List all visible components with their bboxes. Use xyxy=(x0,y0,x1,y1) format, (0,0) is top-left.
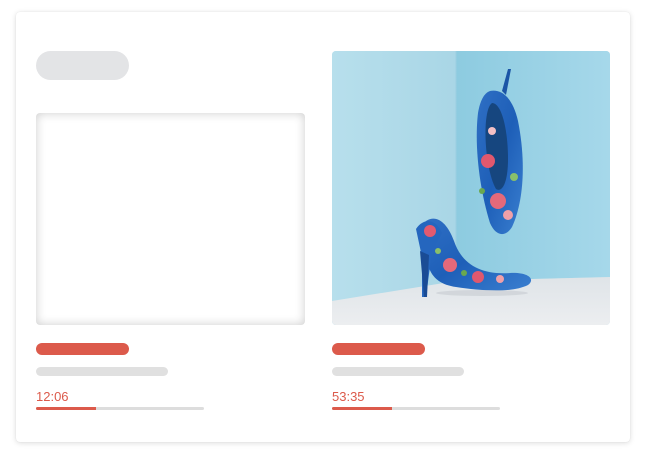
video-subtitle-placeholder xyxy=(36,367,168,376)
video-card: 12:06 53:35 xyxy=(16,12,630,442)
video-subtitle-placeholder xyxy=(332,367,464,376)
video-title-placeholder xyxy=(332,343,425,355)
video-thumbnail-empty[interactable] xyxy=(36,113,305,325)
video-time-label: 53:35 xyxy=(332,389,365,404)
video-title-placeholder xyxy=(36,343,129,355)
shoes-photo-image xyxy=(332,51,610,325)
video-progress-fill xyxy=(332,407,393,410)
video-time-label: 12:06 xyxy=(36,389,69,404)
video-progress-bar[interactable] xyxy=(36,407,204,410)
video-progress-fill xyxy=(36,407,97,410)
video-thumbnail-shoes[interactable] xyxy=(332,51,610,325)
video-progress-bar[interactable] xyxy=(332,407,500,410)
heading-placeholder xyxy=(36,51,129,80)
